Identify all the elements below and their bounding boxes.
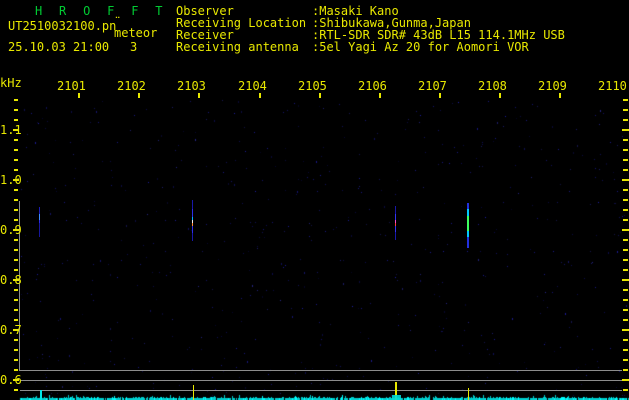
meteor-echo <box>467 216 469 231</box>
info-value: :5el Yagi Az 20 for Aomori VOR <box>312 40 529 54</box>
strip-line-middle <box>20 380 622 381</box>
meteor-echo <box>192 200 193 209</box>
freq-tick-mark-left <box>14 99 18 101</box>
file-label: UT2510032100.pn <box>8 19 117 33</box>
spectrogram-area <box>20 98 629 370</box>
meteor-echo <box>192 233 193 241</box>
freq-tick-mark-left <box>14 199 18 201</box>
time-tick-label: 2109 <box>538 79 567 93</box>
signal-burst-blob <box>392 395 401 400</box>
freq-tick-mark-left <box>14 339 18 341</box>
freq-tick-mark-right <box>623 389 628 391</box>
echo-count: 3 <box>130 40 138 54</box>
freq-tick-mark-left <box>14 359 18 361</box>
freq-tick-mark-left <box>14 159 18 161</box>
freq-tick-mark-left <box>13 229 19 231</box>
time-tick-label: 2110 <box>598 79 627 93</box>
hrofft-window: H R O F F T UT2510032100.pn ¨ meteor 25.… <box>0 0 629 400</box>
freq-tick-mark-left <box>13 329 19 331</box>
freq-tick-mark-left <box>14 259 18 261</box>
meteor-echo <box>467 209 469 216</box>
signal-spike <box>468 388 469 400</box>
freq-tick-mark-left <box>14 209 18 211</box>
freq-tick-mark-left <box>13 379 19 381</box>
datetime-label: 25.10.03 21:00 <box>8 40 110 54</box>
freq-tick-mark-left <box>14 239 18 241</box>
freq-tick-mark-left <box>14 219 18 221</box>
freq-tick-mark-left <box>13 129 19 131</box>
time-tick-label: 2108 <box>478 79 507 93</box>
info-label: Receiving antenna <box>176 40 299 54</box>
strip-line-bottom <box>20 390 622 391</box>
freq-tick-mark-left <box>14 389 18 391</box>
freq-tick-mark-left <box>14 249 18 251</box>
freq-tick-mark-left <box>14 149 18 151</box>
time-tick-label: 2101 <box>57 79 86 93</box>
freq-tick-mark-left <box>14 289 18 291</box>
time-tick-label: 2106 <box>358 79 387 93</box>
freq-tick-mark-left <box>14 109 18 111</box>
meteor-echo <box>192 226 193 233</box>
band-label: meteor <box>114 26 158 40</box>
freq-tick-mark-left <box>14 319 18 321</box>
meteor-echo <box>467 237 469 248</box>
signal-spike <box>40 390 42 400</box>
meteor-echo <box>39 223 40 237</box>
meteor-echo <box>39 207 40 214</box>
time-tick-label: 2102 <box>117 79 146 93</box>
time-tick-label: 2105 <box>298 79 327 93</box>
freq-tick-mark-left <box>14 269 18 271</box>
signal-spike <box>193 385 194 400</box>
time-tick-label: 2107 <box>418 79 447 93</box>
app-title: H R O F F T <box>35 4 168 18</box>
freq-tick-mark-left <box>14 349 18 351</box>
freq-tick-mark-left <box>14 309 18 311</box>
freq-tick-mark-left <box>14 119 18 121</box>
freq-tick-mark-left <box>14 299 18 301</box>
strip-line-top <box>20 370 622 371</box>
time-tick-label: 2104 <box>238 79 267 93</box>
meteor-echo <box>395 206 396 214</box>
time-tick-label: 2103 <box>177 79 206 93</box>
freq-tick-mark-left <box>13 279 19 281</box>
freq-tick-mark-left <box>14 369 18 371</box>
freq-tick-mark-left <box>13 179 19 181</box>
freq-tick-mark-left <box>14 189 18 191</box>
freq-tick-mark-right <box>622 379 629 381</box>
freq-axis-unit: kHz <box>0 76 22 90</box>
freq-tick-mark-left <box>14 169 18 171</box>
meteor-echo <box>192 209 193 217</box>
freq-tick-mark-left <box>14 139 18 141</box>
meteor-echo <box>395 232 396 240</box>
